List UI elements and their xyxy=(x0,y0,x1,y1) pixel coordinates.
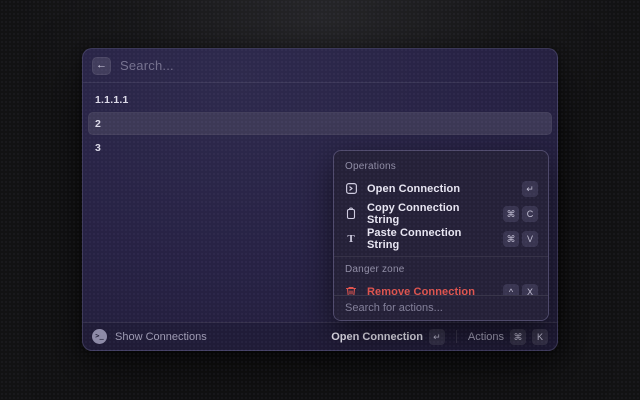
menu-item-copy-connection-string[interactable]: Copy Connection String ⌘ C xyxy=(339,201,543,226)
status-bar: >_ Show Connections Open Connection ↵ Ac… xyxy=(83,322,557,350)
menu-item-label: Copy Connection String xyxy=(367,202,494,226)
desktop-background: ← Search... 1.1.1.1 2 3 >_ Show Connecti… xyxy=(0,0,640,400)
list-item-label: 3 xyxy=(95,142,101,154)
return-keycap: ↵ xyxy=(429,329,445,345)
command-keycap: ⌘ xyxy=(503,231,519,247)
clipboard-icon xyxy=(344,207,358,221)
actions-button[interactable]: Actions xyxy=(468,331,504,343)
divider xyxy=(456,330,457,343)
open-connection-button[interactable]: Open Connection xyxy=(331,331,423,343)
actions-search-bar: Search for actions... xyxy=(334,295,548,320)
return-keycap: ↵ xyxy=(522,181,538,197)
terminal-window-icon xyxy=(344,182,358,196)
menu-section-title: Operations xyxy=(334,154,548,176)
search-input[interactable]: Search... xyxy=(120,58,174,73)
v-keycap: V xyxy=(522,231,538,247)
actions-menu-list: Operations Open Connection ↵ xyxy=(334,151,548,297)
terminal-prompt-icon: >_ xyxy=(92,329,107,344)
text-icon: T xyxy=(344,232,358,246)
menu-item-open-connection[interactable]: Open Connection ↵ xyxy=(339,176,543,201)
k-keycap: K xyxy=(532,329,548,345)
list-item-label: 2 xyxy=(95,118,101,130)
command-keycap: ⌘ xyxy=(510,329,526,345)
search-header: ← Search... xyxy=(83,49,557,83)
arrow-left-icon: ← xyxy=(96,60,107,71)
menu-section-title: Danger zone xyxy=(334,257,548,279)
menu-item-label: Paste Connection String xyxy=(367,227,494,251)
list-item[interactable]: 1.1.1.1 xyxy=(88,88,552,111)
command-keycap: ⌘ xyxy=(503,206,519,222)
actions-search-input[interactable]: Search for actions... xyxy=(345,302,443,314)
menu-item-label: Open Connection xyxy=(367,183,460,195)
c-keycap: C xyxy=(522,206,538,222)
list-item-selected[interactable]: 2 xyxy=(88,112,552,135)
menu-item-paste-connection-string[interactable]: T Paste Connection String ⌘ V xyxy=(339,226,543,251)
show-connections-label[interactable]: Show Connections xyxy=(115,331,207,343)
status-bar-right: Open Connection ↵ Actions ⌘ K xyxy=(331,329,548,345)
list-item-label: 1.1.1.1 xyxy=(95,94,129,106)
back-button[interactable]: ← xyxy=(92,57,111,75)
actions-menu: Operations Open Connection ↵ xyxy=(333,150,549,321)
